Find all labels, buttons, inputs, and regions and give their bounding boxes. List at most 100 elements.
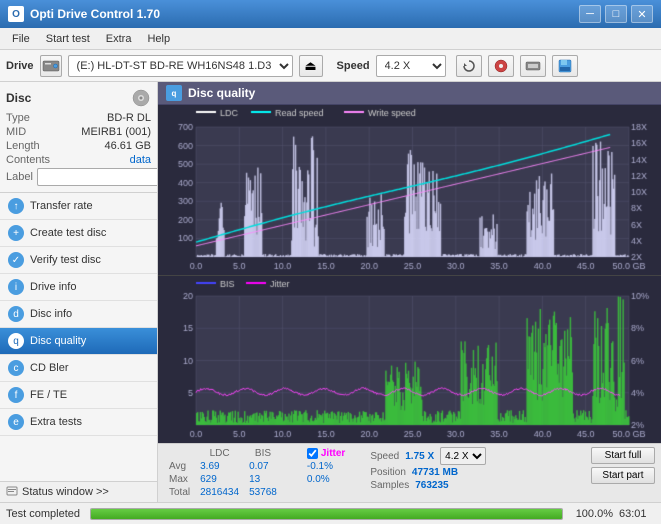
create-test-disc-icon: + xyxy=(8,225,24,241)
chart-ldc xyxy=(158,105,661,276)
minimize-button[interactable]: ─ xyxy=(579,5,601,23)
disc-image-icon xyxy=(131,88,151,108)
sidebar-item-disc-quality[interactable]: q Disc quality xyxy=(0,328,157,355)
disc-button[interactable] xyxy=(488,55,514,77)
start-full-button[interactable]: Start full xyxy=(591,447,655,464)
nav-label-disc-info: Disc info xyxy=(30,308,72,320)
close-button[interactable]: ✕ xyxy=(631,5,653,23)
refresh-button[interactable] xyxy=(456,55,482,77)
disc-info-icon: d xyxy=(8,306,24,322)
speed-position-area: Speed 1.75 X 4.2 X Position 47731 MB Sam… xyxy=(370,447,486,491)
main-content: q Disc quality LDC BIS xyxy=(158,82,661,502)
charts-container xyxy=(158,105,661,443)
jitter-label: Jitter xyxy=(321,448,345,459)
disc-contents-row: Contents data xyxy=(6,154,151,166)
menu-bar: File Start test Extra Help xyxy=(0,28,661,50)
app-title: Opti Drive Control 1.70 xyxy=(30,7,160,21)
menu-help[interactable]: Help xyxy=(139,31,178,47)
sidebar: Disc Type BD-R DL MID MEIRB1 (001) Lengt… xyxy=(0,82,158,502)
bis-max: 13 xyxy=(244,473,282,486)
bis-total: 53768 xyxy=(244,486,282,499)
nav-label-fe-te: FE / TE xyxy=(30,389,67,401)
samples-label: Samples xyxy=(370,480,409,491)
time-text: 63:01 xyxy=(619,508,655,520)
maximize-button[interactable]: □ xyxy=(605,5,627,23)
eject-button[interactable]: ⏏ xyxy=(299,55,323,77)
nav-items: ↑ Transfer rate + Create test disc ✓ Ver… xyxy=(0,193,157,481)
sidebar-item-extra-tests[interactable]: e Extra tests xyxy=(0,409,157,436)
max-label: Max xyxy=(164,473,195,486)
sidebar-item-drive-info[interactable]: i Drive info xyxy=(0,274,157,301)
nav-label-drive-info: Drive info xyxy=(30,281,76,293)
speed-stat-value: 1.75 X xyxy=(405,451,434,462)
status-window-nav[interactable]: Status window >> xyxy=(0,481,157,502)
sidebar-item-create-test-disc[interactable]: + Create test disc xyxy=(0,220,157,247)
drive-info-icon: i xyxy=(8,279,24,295)
disc-quality-header: q Disc quality xyxy=(158,82,661,105)
menu-start-test[interactable]: Start test xyxy=(38,31,98,47)
total-label: Total xyxy=(164,486,195,499)
disc-length-row: Length 46.61 GB xyxy=(6,140,151,152)
jitter-avg: -0.1% xyxy=(302,460,350,473)
menu-file[interactable]: File xyxy=(4,31,38,47)
ldc-chart-canvas xyxy=(158,105,661,275)
speed-label: Speed xyxy=(337,60,370,72)
drive-icon xyxy=(40,55,62,77)
title-bar: O Opti Drive Control 1.70 ─ □ ✕ xyxy=(0,0,661,28)
disc-header: Disc xyxy=(6,88,151,108)
stats-panel: LDC BIS Jitter Avg 3.69 0.07 -0.1% xyxy=(158,443,661,502)
menu-extra[interactable]: Extra xyxy=(98,31,140,47)
buttons-area: Start full Start part xyxy=(591,447,655,484)
speed-select[interactable]: 4.2 X xyxy=(376,55,446,77)
samples-value: 763235 xyxy=(415,480,448,491)
samples-row: Samples 763235 xyxy=(370,480,486,491)
nav-label-extra-tests: Extra tests xyxy=(30,416,82,428)
title-bar-controls: ─ □ ✕ xyxy=(579,5,653,23)
speed-stat-label: Speed xyxy=(370,451,399,462)
progress-bar-fill xyxy=(91,509,562,519)
avg-label: Avg xyxy=(164,460,195,473)
sidebar-item-cd-bler[interactable]: c CD Bler xyxy=(0,355,157,382)
save-button[interactable] xyxy=(552,55,578,77)
stats-table: LDC BIS Jitter Avg 3.69 0.07 -0.1% xyxy=(164,447,350,499)
nav-label-disc-quality: Disc quality xyxy=(30,335,86,347)
nav-label-transfer-rate: Transfer rate xyxy=(30,200,93,212)
sidebar-item-fe-te[interactable]: f FE / TE xyxy=(0,382,157,409)
extra-tests-icon: e xyxy=(8,414,24,430)
progress-text: 100.0% xyxy=(573,508,613,520)
position-row: Position 47731 MB xyxy=(370,467,486,478)
status-text: Test completed xyxy=(6,508,80,520)
main-layout: Disc Type BD-R DL MID MEIRB1 (001) Lengt… xyxy=(0,82,661,502)
sidebar-item-verify-test-disc[interactable]: ✓ Verify test disc xyxy=(0,247,157,274)
speed-stat-select[interactable]: 4.2 X xyxy=(440,447,486,465)
ldc-total: 2816434 xyxy=(195,486,244,499)
status-window-label: Status window >> xyxy=(22,486,109,498)
disc-title: Disc xyxy=(6,91,31,105)
position-value: 47731 MB xyxy=(412,467,458,478)
settings-button[interactable] xyxy=(520,55,546,77)
ldc-header: LDC xyxy=(195,447,244,460)
bis-avg: 0.07 xyxy=(244,460,282,473)
disc-section: Disc Type BD-R DL MID MEIRB1 (001) Lengt… xyxy=(0,82,157,193)
verify-test-disc-icon: ✓ xyxy=(8,252,24,268)
position-label: Position xyxy=(370,467,406,478)
jitter-checkbox[interactable] xyxy=(307,448,318,459)
ldc-avg: 3.69 xyxy=(195,460,244,473)
speed-row: Speed 1.75 X 4.2 X xyxy=(370,447,486,465)
start-part-button[interactable]: Start part xyxy=(591,467,655,484)
ldc-max: 629 xyxy=(195,473,244,486)
fe-te-icon: f xyxy=(8,387,24,403)
disc-type-row: Type BD-R DL xyxy=(6,112,151,124)
nav-label-create-test-disc: Create test disc xyxy=(30,227,106,239)
progress-bar xyxy=(90,508,563,520)
disc-quality-title: Disc quality xyxy=(188,86,255,100)
bis-header: BIS xyxy=(244,447,282,460)
status-bar: Test completed 100.0% 63:01 xyxy=(0,502,661,524)
sidebar-item-disc-info[interactable]: d Disc info xyxy=(0,301,157,328)
transfer-rate-icon: ↑ xyxy=(8,198,24,214)
chart-bis xyxy=(158,276,661,443)
title-bar-left: O Opti Drive Control 1.70 xyxy=(8,6,160,22)
drive-select[interactable]: (E:) HL-DT-ST BD-RE WH16NS48 1.D3 xyxy=(68,55,293,77)
disc-label-input[interactable] xyxy=(37,168,158,186)
sidebar-item-transfer-rate[interactable]: ↑ Transfer rate xyxy=(0,193,157,220)
